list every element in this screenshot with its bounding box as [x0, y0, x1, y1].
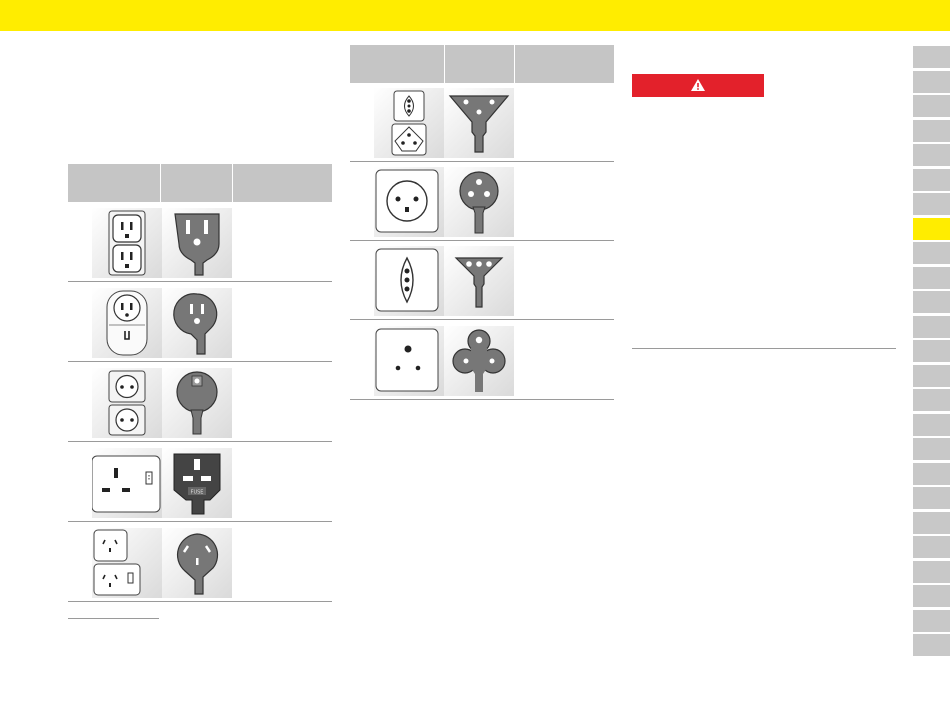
- plug-type-k-icon: [444, 167, 514, 237]
- table-row: [68, 522, 332, 602]
- chapter-tab-17[interactable]: [913, 438, 950, 460]
- table-row: [350, 83, 614, 162]
- chapter-tab-10[interactable]: [913, 266, 950, 289]
- column-divider: [232, 164, 233, 202]
- table-row: [350, 162, 614, 241]
- plug-type-g-fused-icon: FUSE: [162, 448, 232, 518]
- chapter-tab-6[interactable]: [913, 168, 950, 191]
- socket-type-b-switched-icon: [92, 288, 162, 358]
- table-header: [68, 164, 332, 202]
- chapter-tab-13[interactable]: [913, 340, 950, 362]
- chapter-tab-14[interactable]: [913, 364, 950, 387]
- socket-type-j-double-icon: [374, 88, 444, 158]
- socket-type-b-double-icon: [92, 208, 162, 278]
- chapter-tab-9[interactable]: [913, 242, 950, 264]
- chapter-tab-4[interactable]: [913, 119, 950, 142]
- plug-schuko-icon: [162, 368, 232, 438]
- section-divider: [632, 348, 896, 349]
- socket-schuko-double-icon: [92, 368, 162, 438]
- socket-type-g-icon: [92, 448, 162, 518]
- socket-type-l-icon: [374, 246, 444, 316]
- chapter-tab-1[interactable]: [913, 46, 950, 68]
- chapter-tab-strip: [913, 46, 950, 659]
- table-header: [350, 45, 614, 83]
- chapter-tab-8[interactable]: [913, 217, 950, 240]
- chapter-tab-20[interactable]: [913, 511, 950, 534]
- plug-type-l-icon: [444, 246, 514, 316]
- table-row: [68, 362, 332, 442]
- chapter-tab-18[interactable]: [913, 462, 950, 485]
- warning-triangle-icon: [691, 79, 705, 91]
- chapter-tab-11[interactable]: [913, 291, 950, 313]
- chapter-tab-22[interactable]: [913, 560, 950, 583]
- plug-type-j-icon: [444, 88, 514, 158]
- chapter-tab-23[interactable]: [913, 585, 950, 607]
- chapter-tab-25[interactable]: [913, 634, 950, 656]
- table-row: [350, 320, 614, 400]
- plug-type-i-icon: [162, 528, 232, 598]
- column-divider: [444, 45, 445, 83]
- chapter-tab-3[interactable]: [913, 95, 950, 117]
- plug-type-d-icon: [444, 326, 514, 396]
- table-row: [68, 282, 332, 362]
- column-divider: [160, 164, 161, 202]
- chapter-tab-7[interactable]: [913, 193, 950, 215]
- warning-banner: [632, 74, 764, 97]
- socket-type-k-icon: [374, 167, 444, 237]
- chapter-tab-2[interactable]: [913, 70, 950, 93]
- socket-type-d-icon: [374, 326, 444, 396]
- svg-text:FUSE: FUSE: [191, 490, 204, 496]
- chapter-tab-19[interactable]: [913, 487, 950, 509]
- chapter-tab-16[interactable]: [913, 413, 950, 436]
- column-divider: [514, 45, 515, 83]
- table-row: [350, 241, 614, 320]
- footnote-rule: [68, 618, 159, 619]
- plug-type-b-icon: [162, 208, 232, 278]
- chapter-tab-21[interactable]: [913, 536, 950, 558]
- header-bar: [0, 0, 950, 31]
- table-row: FUSE: [68, 442, 332, 522]
- chapter-tab-12[interactable]: [913, 315, 950, 338]
- chapter-tab-24[interactable]: [913, 609, 950, 632]
- table-row: [68, 202, 332, 282]
- chapter-tab-15[interactable]: [913, 389, 950, 411]
- chapter-tab-5[interactable]: [913, 144, 950, 166]
- socket-type-i-double-icon: [92, 528, 162, 598]
- plug-type-b-round-icon: [162, 288, 232, 358]
